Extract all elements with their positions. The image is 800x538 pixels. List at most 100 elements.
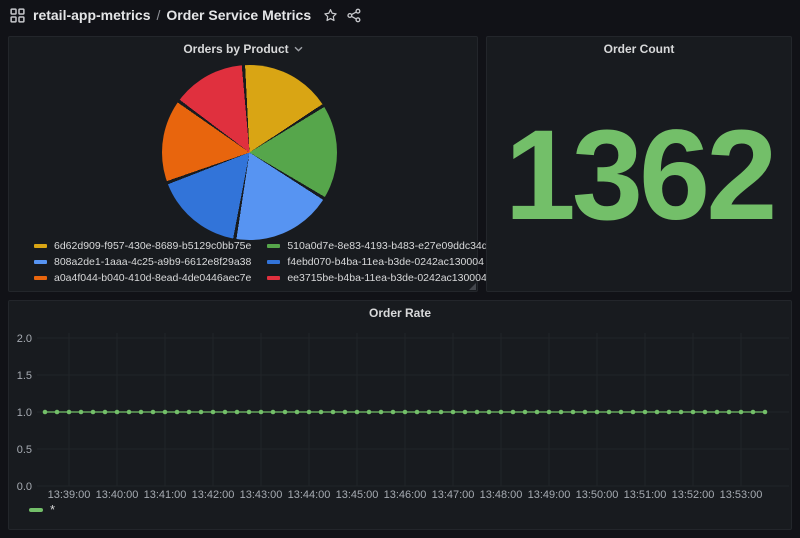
series-color-swatch bbox=[267, 244, 280, 248]
pie-legend-item[interactable]: f4ebd070-b4ba-11ea-b3de-0242ac130004 bbox=[267, 254, 487, 270]
x-axis-tick-label: 13:44:00 bbox=[288, 489, 331, 501]
series-color-swatch bbox=[29, 508, 43, 512]
panel-title-orders-by-product[interactable]: Orders by Product bbox=[9, 37, 477, 61]
pie-legend-item[interactable]: ee3715be-b4ba-11ea-b3de-0242ac130004 bbox=[267, 270, 487, 286]
x-axis-tick-label: 13:49:00 bbox=[528, 489, 571, 501]
data-point[interactable] bbox=[547, 410, 552, 415]
data-point[interactable] bbox=[91, 410, 96, 415]
data-point[interactable] bbox=[451, 410, 456, 415]
data-point[interactable] bbox=[607, 410, 612, 415]
data-point[interactable] bbox=[43, 410, 48, 415]
data-point[interactable] bbox=[115, 410, 120, 415]
data-point[interactable] bbox=[727, 410, 732, 415]
panel-orders-by-product: Orders by Product 6d62d909-f957-430e-868… bbox=[8, 36, 478, 292]
data-point[interactable] bbox=[715, 410, 720, 415]
data-point[interactable] bbox=[55, 410, 60, 415]
data-point[interactable] bbox=[235, 410, 240, 415]
data-point[interactable] bbox=[163, 410, 168, 415]
pie-legend-item[interactable]: 808a2de1-1aaa-4c25-a9b9-6612e8f29a38 bbox=[34, 254, 251, 270]
x-axis-tick-label: 13:52:00 bbox=[672, 489, 715, 501]
data-point[interactable] bbox=[559, 410, 564, 415]
data-point[interactable] bbox=[415, 410, 420, 415]
data-point[interactable] bbox=[307, 410, 312, 415]
data-point[interactable] bbox=[439, 410, 444, 415]
data-point[interactable] bbox=[463, 410, 468, 415]
data-point[interactable] bbox=[247, 410, 252, 415]
share-icon[interactable] bbox=[346, 8, 362, 23]
panel-title-order-count[interactable]: Order Count bbox=[487, 37, 791, 61]
stat-value: 1362 bbox=[505, 112, 774, 240]
data-point[interactable] bbox=[667, 410, 672, 415]
data-point[interactable] bbox=[427, 410, 432, 415]
series-color-swatch bbox=[267, 276, 280, 280]
breadcrumb-folder[interactable]: retail-app-metrics bbox=[33, 7, 150, 23]
data-point[interactable] bbox=[691, 410, 696, 415]
data-point[interactable] bbox=[475, 410, 480, 415]
data-point[interactable] bbox=[511, 410, 516, 415]
star-icon[interactable] bbox=[323, 8, 338, 23]
panel-resize-handle[interactable] bbox=[469, 283, 476, 290]
dashboards-grid-icon[interactable] bbox=[10, 8, 25, 23]
data-point[interactable] bbox=[655, 410, 660, 415]
y-axis-tick-label: 1.0 bbox=[17, 407, 32, 419]
pie-legend-label: ee3715be-b4ba-11ea-b3de-0242ac130004 bbox=[287, 272, 487, 284]
data-point[interactable] bbox=[151, 410, 156, 415]
chevron-down-icon bbox=[294, 46, 303, 52]
data-point[interactable] bbox=[763, 410, 768, 415]
breadcrumb-separator-slash: / bbox=[155, 7, 161, 23]
data-point[interactable] bbox=[103, 410, 108, 415]
data-point[interactable] bbox=[319, 410, 324, 415]
data-point[interactable] bbox=[571, 410, 576, 415]
timeseries-legend[interactable]: * bbox=[29, 506, 55, 514]
data-point[interactable] bbox=[259, 410, 264, 415]
data-point[interactable] bbox=[391, 410, 396, 415]
data-point[interactable] bbox=[355, 410, 360, 415]
data-point[interactable] bbox=[367, 410, 372, 415]
data-point[interactable] bbox=[211, 410, 216, 415]
data-point[interactable] bbox=[583, 410, 588, 415]
data-point[interactable] bbox=[535, 410, 540, 415]
data-point[interactable] bbox=[379, 410, 384, 415]
data-point[interactable] bbox=[499, 410, 504, 415]
x-axis-tick-label: 13:41:00 bbox=[144, 489, 187, 501]
data-point[interactable] bbox=[187, 410, 192, 415]
data-point[interactable] bbox=[619, 410, 624, 415]
pie-legend-item[interactable]: a0a4f044-b040-410d-8ead-4de0446aec7e bbox=[34, 270, 251, 286]
pie-legend-item[interactable]: 6d62d909-f957-430e-8689-b5129c0bb75e bbox=[34, 238, 251, 254]
data-point[interactable] bbox=[343, 410, 348, 415]
data-point[interactable] bbox=[703, 410, 708, 415]
data-point[interactable] bbox=[283, 410, 288, 415]
data-point[interactable] bbox=[271, 410, 276, 415]
x-axis-tick-label: 13:46:00 bbox=[384, 489, 427, 501]
pie-legend-item[interactable]: 510a0d7e-8e83-4193-b483-e27e09ddc34d bbox=[267, 238, 487, 254]
pie-legend-label: 808a2de1-1aaa-4c25-a9b9-6612e8f29a38 bbox=[54, 256, 251, 268]
x-axis-tick-label: 13:43:00 bbox=[240, 489, 283, 501]
x-axis-tick-label: 13:50:00 bbox=[576, 489, 619, 501]
data-point[interactable] bbox=[523, 410, 528, 415]
data-point[interactable] bbox=[127, 410, 132, 415]
data-point[interactable] bbox=[295, 410, 300, 415]
pie-chart[interactable] bbox=[162, 65, 337, 240]
pie-legend-label: a0a4f044-b040-410d-8ead-4de0446aec7e bbox=[54, 272, 251, 284]
data-point[interactable] bbox=[643, 410, 648, 415]
data-point[interactable] bbox=[199, 410, 204, 415]
data-point[interactable] bbox=[403, 410, 408, 415]
x-axis-tick-label: 13:39:00 bbox=[48, 489, 91, 501]
data-point[interactable] bbox=[751, 410, 756, 415]
data-point[interactable] bbox=[139, 410, 144, 415]
pie-legend-label: f4ebd070-b4ba-11ea-b3de-0242ac130004 bbox=[287, 256, 484, 268]
data-point[interactable] bbox=[739, 410, 744, 415]
data-point[interactable] bbox=[79, 410, 84, 415]
y-axis-tick-label: 2.0 bbox=[17, 333, 32, 345]
x-axis-tick-label: 13:51:00 bbox=[624, 489, 667, 501]
stat-value-container: 1362 bbox=[487, 61, 791, 291]
data-point[interactable] bbox=[595, 410, 600, 415]
data-point[interactable] bbox=[175, 410, 180, 415]
data-point[interactable] bbox=[223, 410, 228, 415]
data-point[interactable] bbox=[679, 410, 684, 415]
data-point[interactable] bbox=[67, 410, 72, 415]
data-point[interactable] bbox=[631, 410, 636, 415]
data-point[interactable] bbox=[331, 410, 336, 415]
data-point[interactable] bbox=[487, 410, 492, 415]
panel-order-rate: Order Rate 2.01.51.00.50.013:39:0013:40:… bbox=[8, 300, 792, 530]
